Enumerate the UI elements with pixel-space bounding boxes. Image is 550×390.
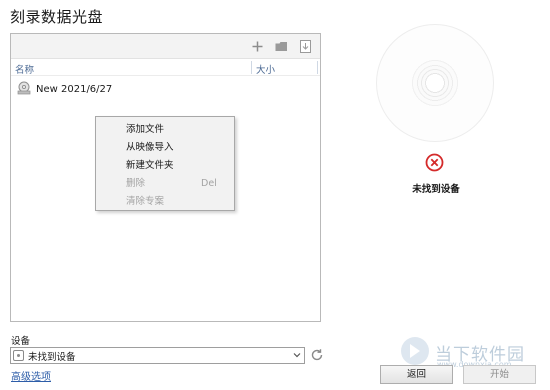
menu-item-import-image[interactable]: 从映像导入 (96, 139, 234, 157)
device-status-text: 未找到设备 (412, 184, 460, 195)
window-title: 刻录数据光盘 (10, 8, 104, 26)
file-name: New 2021/6/27 (36, 84, 113, 95)
shortcut-label: Del (201, 178, 217, 189)
disc-folder-icon (17, 81, 31, 98)
column-name-header[interactable]: 名称 (15, 62, 34, 76)
column-size-header[interactable]: 大小 (256, 62, 275, 76)
column-header: 名称 大小 (11, 59, 320, 76)
chevron-down-icon (293, 353, 301, 358)
column-divider[interactable] (251, 61, 252, 74)
start-button[interactable]: 开始 (463, 365, 536, 384)
advanced-options-link[interactable]: 高级选项 (11, 368, 51, 383)
return-button[interactable]: 返回 (380, 365, 453, 384)
menu-item-clear-project[interactable]: 清除专案 (96, 193, 234, 211)
folder-icon[interactable] (274, 39, 288, 53)
menu-item-delete[interactable]: 删除 Del (96, 175, 234, 193)
plus-icon[interactable] (250, 39, 264, 53)
device-select-value: 未找到设备 (28, 351, 76, 363)
file-toolbar (11, 34, 320, 59)
column-divider[interactable] (317, 61, 318, 74)
menu-item-new-folder[interactable]: 新建文件夹 (96, 157, 234, 175)
menu-item-add-file[interactable]: 添加文件 (96, 121, 234, 139)
error-icon (425, 153, 444, 172)
disc-image (376, 24, 494, 142)
device-select[interactable]: 未找到设备 (10, 347, 305, 364)
device-label: 设备 (11, 336, 31, 347)
context-menu: 添加文件 从映像导入 新建文件夹 删除 Del 清除专案 (95, 116, 235, 211)
list-item[interactable]: New 2021/6/27 (17, 81, 112, 98)
drive-icon (13, 350, 24, 361)
import-icon[interactable] (298, 39, 312, 53)
refresh-icon[interactable] (310, 348, 324, 362)
